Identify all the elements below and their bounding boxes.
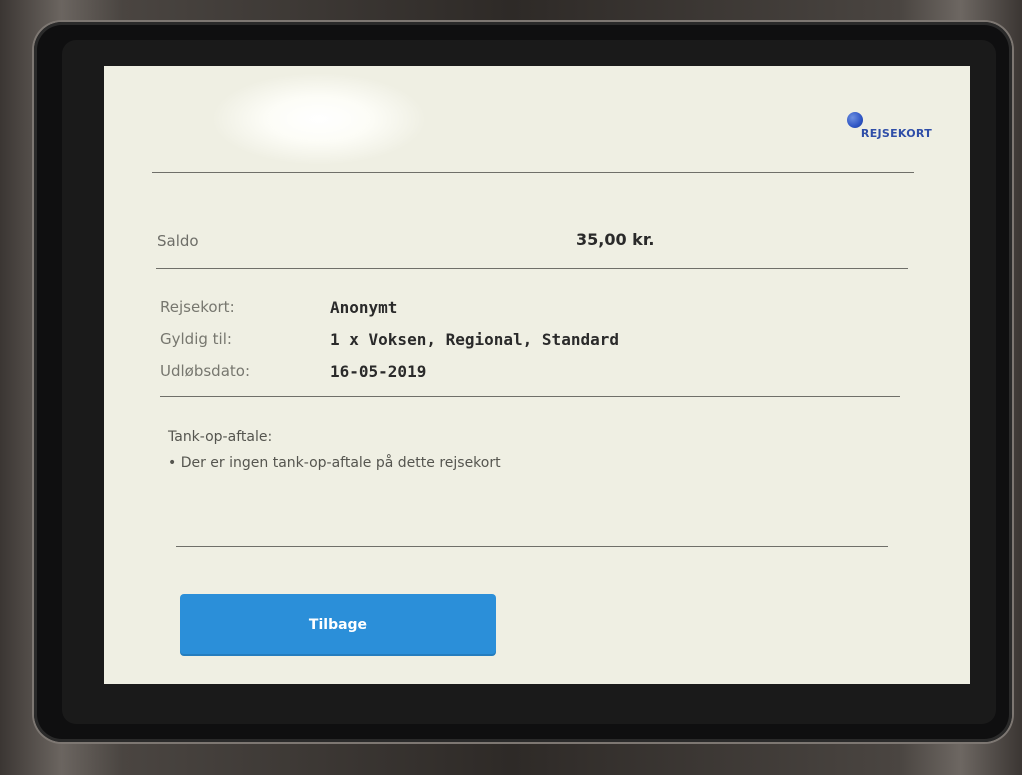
light-glare [214, 74, 424, 164]
info-divider [160, 396, 900, 397]
auto-topup-status: • Der er ingen tank-op-aftale på dette r… [168, 455, 501, 471]
balance-value: 35,00 kr. [576, 230, 655, 249]
back-button[interactable]: Tilbage [180, 594, 496, 656]
valid-for-value: 1 x Voksen, Regional, Standard [330, 330, 619, 349]
logo-dot-icon [846, 112, 863, 128]
header-divider [152, 172, 914, 173]
kiosk-screen: REJSEKORT Saldo 35,00 kr. Rejsekort: Ano… [104, 66, 970, 684]
content-divider [176, 546, 888, 547]
balance-label: Saldo [157, 232, 199, 250]
logo-text: REJSEKORT [860, 127, 932, 140]
back-button-label: Tilbage [308, 617, 368, 633]
balance-divider [156, 268, 908, 269]
ticket-machine-housing: REJSEKORT Saldo 35,00 kr. Rejsekort: Ano… [0, 0, 1022, 775]
rejsekort-logo: REJSEKORT [846, 112, 932, 140]
card-type-value: Anonymt [330, 298, 398, 317]
expiry-label: Udløbsdato: [160, 362, 251, 380]
card-type-label: Rejsekort: [160, 298, 235, 316]
auto-topup-title: Tank-op-aftale: [168, 429, 273, 445]
expiry-value: 16-05-2019 [330, 362, 427, 381]
valid-for-label: Gyldig til: [160, 330, 232, 348]
